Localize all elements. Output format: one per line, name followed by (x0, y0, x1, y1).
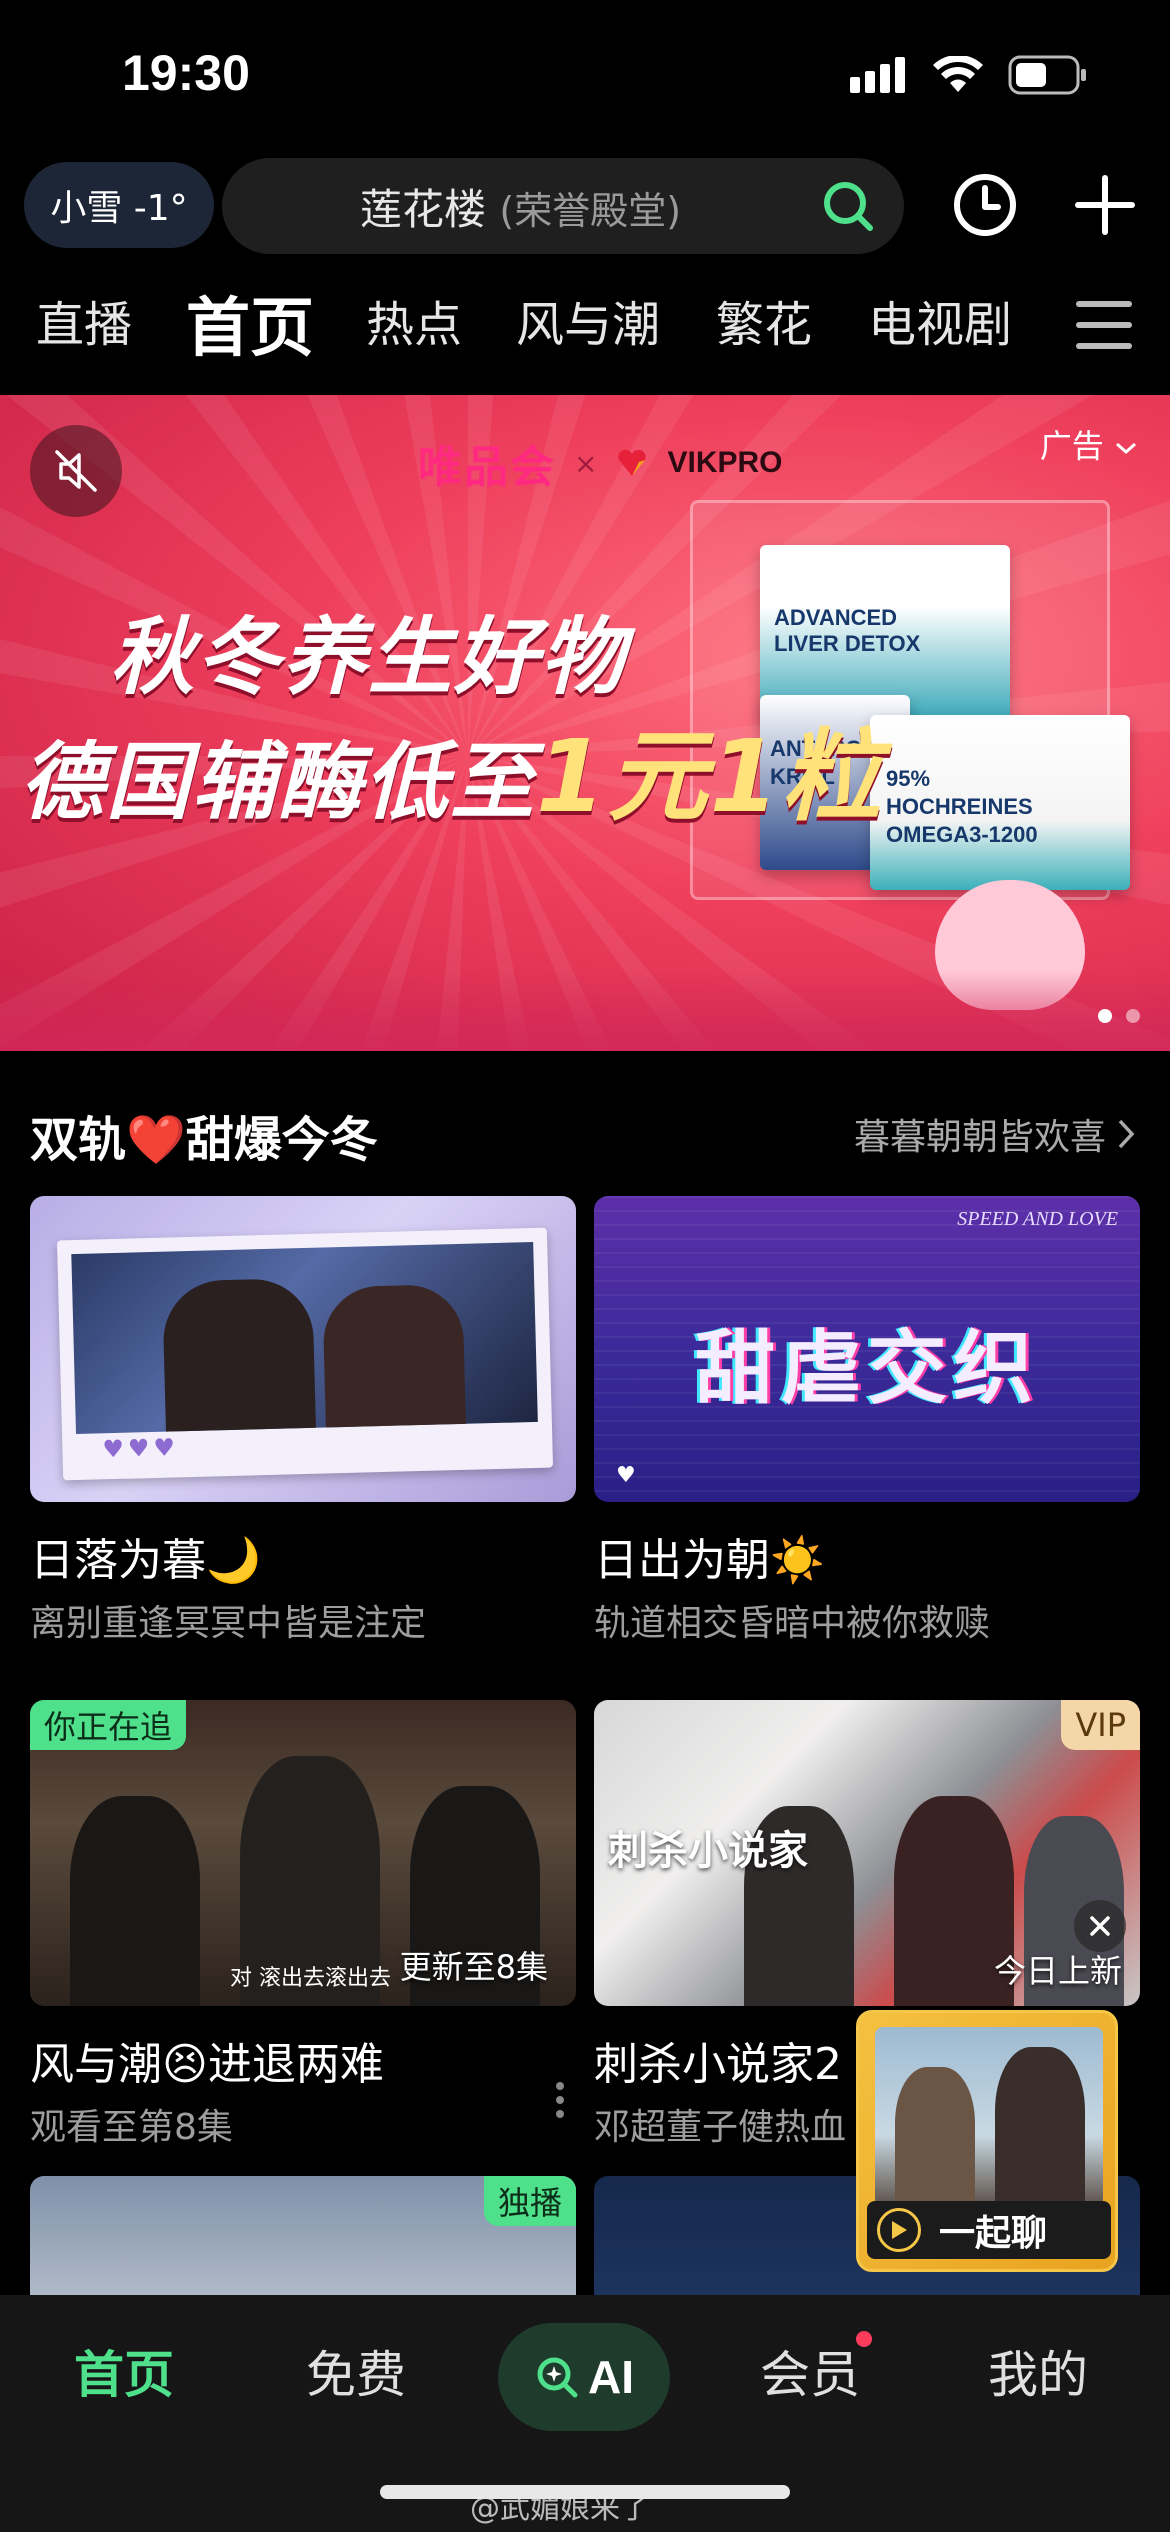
nav-ai-label: AI (588, 2351, 634, 2403)
search-sub-text: (荣誉殿堂) (499, 188, 682, 233)
video-card[interactable]: SPEED AND LOVE 甜虐交织 ♥ 日出为朝☀️ 轨道相交昏暗中被你救赎 (594, 1196, 1140, 1646)
history-icon[interactable] (950, 170, 1020, 240)
polaroid-frame: ♥♥♥ (56, 1227, 554, 1481)
video-subtitle: 观看至第8集 (30, 2107, 233, 2148)
live-chat-widget[interactable]: 一起聊 (856, 2010, 1118, 2272)
new-release-label: 今日上新 (993, 1952, 1122, 1990)
chevron-down-icon (1116, 442, 1136, 455)
person-silhouette (162, 1277, 316, 1432)
brand-vip-logo: 唯品会 (418, 442, 556, 493)
tab-fengyuchao[interactable]: 风与潮 (516, 285, 660, 355)
section-more-text: 暮暮朝朝皆欢喜 (853, 1117, 1106, 1158)
battery-icon (1008, 55, 1086, 95)
heart-icon: ♥ (616, 1463, 636, 1488)
status-bar: 19:30 (0, 0, 1170, 150)
nav-mine[interactable]: 我的 (988, 2335, 1088, 2407)
video-title[interactable]: 风与潮😣进退两难 (30, 2028, 576, 2092)
couple-photo (71, 1241, 538, 1435)
video-title[interactable]: 日出为朝☀️ (594, 1524, 1140, 1588)
cellular-signal-icon (850, 57, 905, 93)
banner-headline-2-prefix: 德国辅酶低至 (20, 733, 537, 831)
banner-pagination (1098, 1009, 1140, 1023)
tab-hot[interactable]: 热点 (366, 285, 462, 355)
product-omega3: 95% HOCHREINES OMEGA3-1200 (870, 715, 1130, 890)
status-icons (850, 55, 1088, 95)
banner-bottom-fade (0, 971, 1170, 1051)
home-indicator[interactable] (380, 2485, 790, 2499)
weather-text: 小雪 -1° (50, 188, 188, 229)
banner-headline-1: 秋冬养生好物 (110, 608, 627, 706)
video-thumbnail[interactable]: SPEED AND LOVE 甜虐交织 ♥ (594, 1196, 1140, 1502)
person-silhouette (995, 2047, 1085, 2207)
close-button[interactable] (1074, 1900, 1126, 1952)
video-caption: 对 滚出去滚出去 (230, 1966, 391, 1991)
tab-home[interactable]: 首页 (186, 277, 314, 369)
vikpro-logo-icon (618, 449, 647, 476)
following-badge: 你正在追 (30, 1700, 187, 1750)
person-silhouette (70, 1796, 200, 2006)
tab-tv-series[interactable]: 电视剧 (868, 285, 1012, 355)
status-time: 19:30 (122, 45, 250, 101)
search-placeholder: 莲花楼 (荣誉殿堂) (360, 176, 681, 237)
exclusive-badge: 独播 (483, 2176, 576, 2226)
widget-label: 一起聊 (939, 2213, 1048, 2254)
brand-vikpro: VIKPRO (667, 446, 783, 479)
speaker-muted-icon (55, 450, 97, 492)
hearts-decoration: ♥♥♥ (102, 1433, 180, 1464)
search-main-text: 莲花楼 (360, 184, 487, 234)
channel-tabs: 直播 首页 热点 风与潮 繁花 电视剧 (0, 285, 1170, 366)
video-thumbnail[interactable]: ♥♥♥ (30, 1196, 576, 1502)
banner-headline-2-highlight: 1元1粒 (536, 718, 884, 835)
widget-bar[interactable]: 一起聊 (867, 2201, 1111, 2259)
close-icon (1090, 1916, 1110, 1936)
video-thumbnail[interactable]: 你正在追 对 滚出去滚出去 更新至8集 (30, 1700, 576, 2006)
search-icon[interactable] (818, 176, 878, 236)
weather-widget[interactable]: 小雪 -1° (24, 162, 214, 248)
thumbnail-tag: SPEED AND LOVE (957, 1208, 1118, 1230)
nav-home[interactable]: 首页 (74, 2335, 174, 2407)
person-silhouette (895, 2067, 975, 2207)
tab-fanhua[interactable]: 繁花 (716, 285, 812, 355)
banner-headline-2: 德国辅酶低至1元1粒 (20, 695, 883, 840)
menu-icon[interactable] (1075, 298, 1133, 352)
thumbnail-title-text: 甜虐交织 (695, 1322, 1039, 1415)
brand-separator: × (574, 446, 598, 480)
nav-vip[interactable]: 会员 (760, 2335, 860, 2407)
thumbnail-title-text: 刺杀小说家 (608, 1828, 808, 1874)
add-icon[interactable] (1070, 170, 1140, 240)
video-card[interactable]: 你正在追 对 滚出去滚出去 更新至8集 风与潮😣进退两难 观看至第8集 (30, 1700, 576, 2150)
pagination-dot-active (1098, 1009, 1112, 1023)
mute-button[interactable] (30, 425, 122, 517)
vip-badge: VIP (1061, 1700, 1140, 1750)
more-options-icon[interactable] (554, 2080, 566, 2120)
section-more-link[interactable]: 暮暮朝朝皆欢喜 (854, 1108, 1136, 1160)
video-thumbnail[interactable]: 刺杀小说家 VIP 今日上新 (594, 1700, 1140, 2006)
nav-free[interactable]: 免费 (306, 2335, 406, 2407)
product-liver-detox: ADVANCED LIVER DETOX (760, 545, 1010, 720)
notification-dot (856, 2331, 872, 2347)
product-omega3-label: 95% HOCHREINES OMEGA3-1200 (886, 766, 1038, 847)
brand-row: 唯品会 × VIKPRO (418, 431, 783, 495)
widget-photo (875, 2027, 1103, 2207)
wifi-icon (933, 56, 983, 92)
play-button[interactable] (877, 2208, 921, 2252)
video-title[interactable]: 日落为暮🌙 (30, 1524, 576, 1588)
pagination-dot (1126, 1009, 1140, 1023)
chevron-right-icon (1118, 1119, 1135, 1149)
ad-banner[interactable]: ADVANCED LIVER DETOX ANTARCTI KRILL 95% … (0, 395, 1170, 1051)
ad-label-text: 广告 (1039, 427, 1104, 465)
person-silhouette (322, 1283, 466, 1428)
section-title: 双轨❤️甜爆今冬 (30, 1112, 378, 1168)
ad-label[interactable]: 广告 (1040, 421, 1138, 467)
video-card[interactable]: ♥♥♥ 日落为暮🌙 离别重逢冥冥中皆是注定 (30, 1196, 576, 1646)
search-bar[interactable]: 莲花楼 (荣誉殿堂) (222, 158, 904, 254)
play-icon (892, 2221, 907, 2239)
ai-search-icon (537, 2357, 578, 2398)
episode-update-label: 更新至8集 (399, 1948, 548, 1986)
video-subtitle: 轨道相交昏暗中被你救赎 (594, 1603, 991, 1644)
tab-live[interactable]: 直播 (36, 285, 132, 355)
video-subtitle: 离别重逢冥冥中皆是注定 (30, 1603, 427, 1644)
nav-ai-button[interactable]: AI (498, 2323, 670, 2431)
product-liver-detox-label: ADVANCED LIVER DETOX (774, 605, 921, 656)
